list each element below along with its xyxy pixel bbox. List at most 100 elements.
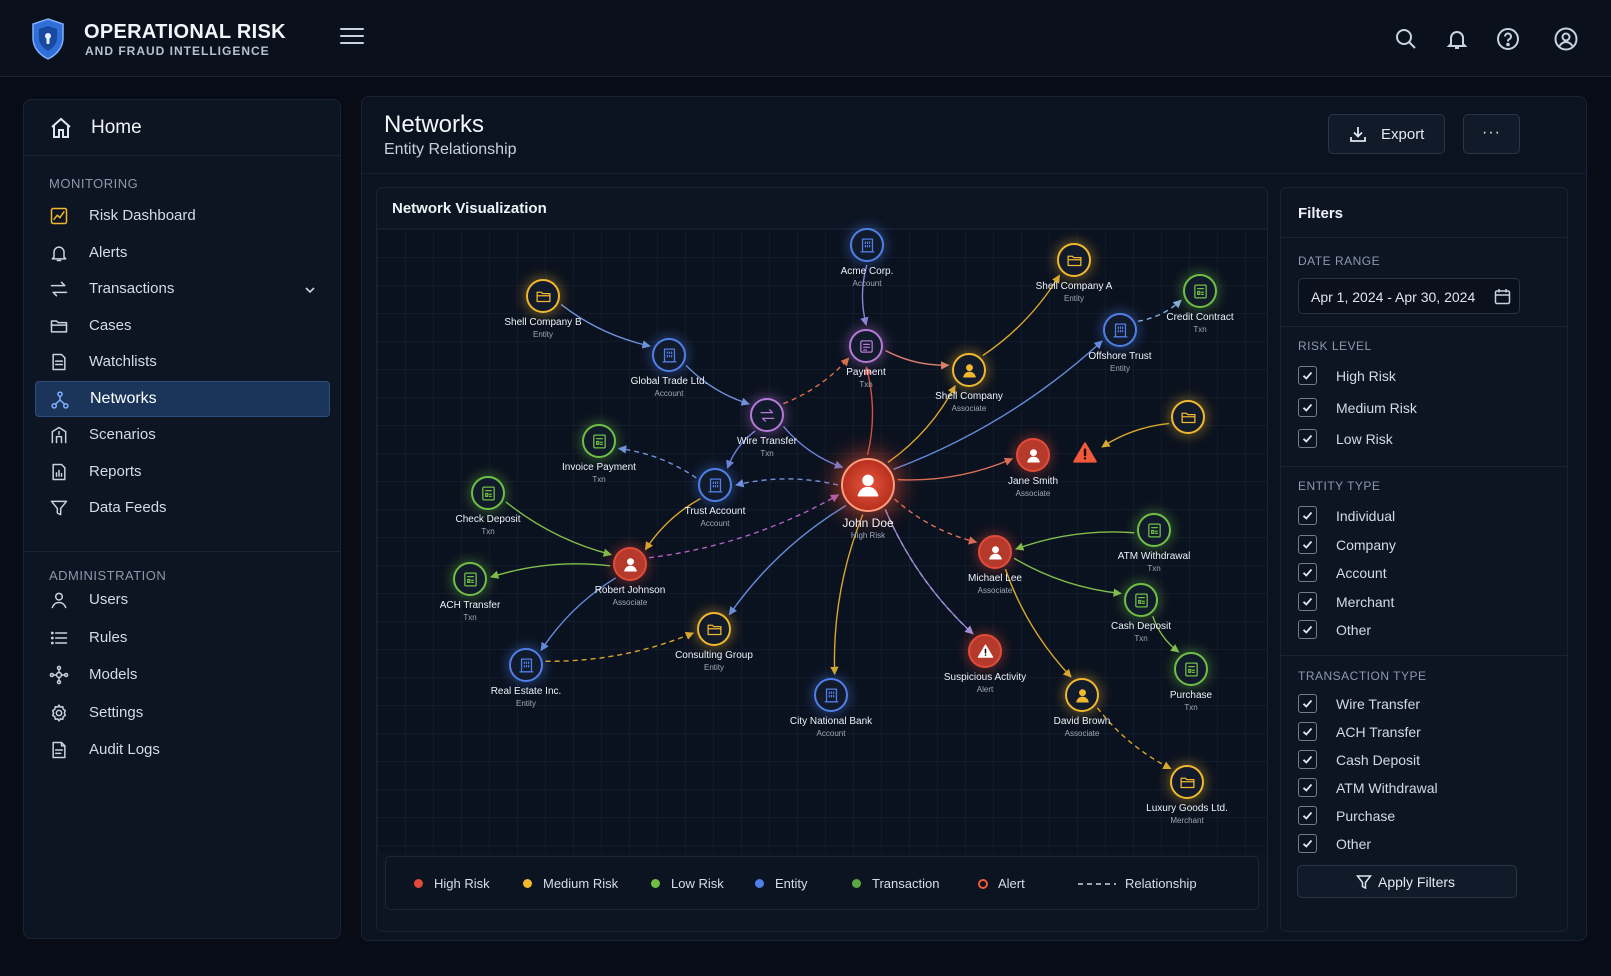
transaction-type-checkbox-other[interactable]: Other xyxy=(1298,834,1528,854)
sidebar-item-scenarios[interactable]: Scenarios xyxy=(35,417,330,453)
checkbox-label: Wire Transfer xyxy=(1336,696,1421,712)
sidebar-item-models[interactable]: Models xyxy=(35,657,330,693)
network-node-david[interactable] xyxy=(1065,678,1099,712)
network-node-shellB[interactable] xyxy=(526,279,560,313)
more-options-button[interactable]: ··· xyxy=(1463,114,1520,154)
entity-type-checkbox-company[interactable]: Company xyxy=(1298,534,1528,555)
network-node-realestate[interactable] xyxy=(509,648,543,682)
network-node-cash[interactable] xyxy=(1124,583,1158,617)
network-node-check[interactable] xyxy=(471,476,505,510)
checkbox-box[interactable] xyxy=(1298,506,1317,525)
funnel-icon xyxy=(49,498,69,518)
legend-label: Relationship xyxy=(1125,876,1197,891)
checkbox-box[interactable] xyxy=(1298,694,1317,713)
network-node-shellCo[interactable] xyxy=(952,353,986,387)
network-node-ach[interactable] xyxy=(453,562,487,596)
sidebar-item-risk-dashboard[interactable]: Risk Dashboard xyxy=(35,198,330,234)
network-node-global[interactable] xyxy=(652,338,686,372)
checkbox-box[interactable] xyxy=(1298,397,1317,417)
risk-level-checkbox-low-risk[interactable]: Low Risk xyxy=(1298,429,1528,449)
network-node-shellA[interactable] xyxy=(1057,243,1091,277)
help-icon[interactable] xyxy=(1496,27,1520,51)
transaction-type-checkbox-atm-withdrawal[interactable]: ATM Withdrawal xyxy=(1298,778,1528,798)
checkbox-label: ACH Transfer xyxy=(1336,724,1421,740)
search-icon[interactable] xyxy=(1394,27,1418,51)
sidebar-item-alerts[interactable]: Alerts xyxy=(35,235,330,271)
network-node-luxury[interactable] xyxy=(1170,765,1204,799)
transaction-type-checkbox-cash-deposit[interactable]: Cash Deposit xyxy=(1298,750,1528,770)
network-node-john[interactable] xyxy=(841,458,895,512)
transaction-type-checkbox-purchase[interactable]: Purchase xyxy=(1298,806,1528,826)
entity-type-checkbox-account[interactable]: Account xyxy=(1298,563,1528,583)
user-icon[interactable] xyxy=(1554,27,1578,51)
app-subtitle: AND FRAUD INTELLIGENCE xyxy=(85,44,270,58)
building-icon xyxy=(518,657,535,674)
graph-legend: High Risk Medium Risk Low Risk Entity Transa… xyxy=(385,856,1259,910)
sidebar-item-watchlists[interactable]: Watchlists xyxy=(35,344,330,380)
network-node-jane[interactable] xyxy=(1016,438,1050,472)
list-icon xyxy=(49,628,69,648)
sidebar-item-transactions[interactable]: Transactions xyxy=(35,271,330,307)
checkbox-box[interactable] xyxy=(1298,563,1317,582)
network-node-credit[interactable] xyxy=(1183,274,1217,308)
network-node-atm[interactable] xyxy=(1137,513,1171,547)
node-label: Trust Account xyxy=(684,506,746,517)
checkbox-label: Account xyxy=(1336,565,1387,581)
entity-type-checkbox-other[interactable]: Other xyxy=(1298,620,1528,640)
network-node-payment[interactable] xyxy=(849,329,883,363)
sidebar-item-settings[interactable]: Settings xyxy=(35,695,330,731)
risk-level-checkbox-medium-risk[interactable]: Medium Risk xyxy=(1298,397,1528,418)
viz-title: Network Visualization xyxy=(392,200,547,217)
checkbox-box[interactable] xyxy=(1298,429,1317,448)
network-node-acme[interactable] xyxy=(850,228,884,262)
sidebar-item-data-feeds[interactable]: Data Feeds xyxy=(35,490,330,526)
network-node-purchase[interactable] xyxy=(1174,652,1208,686)
checkbox-box[interactable] xyxy=(1298,591,1317,611)
sidebar-item-users[interactable]: Users xyxy=(35,582,330,618)
checkbox-box[interactable] xyxy=(1298,750,1317,769)
export-button-label: Export xyxy=(1381,126,1425,143)
network-node-michael[interactable] xyxy=(978,535,1012,569)
network-node-suspicious[interactable] xyxy=(968,634,1002,668)
sidebar-item-label: Watchlists xyxy=(89,353,157,370)
entity-type-checkbox-individual[interactable]: Individual xyxy=(1298,506,1528,526)
network-node-trust[interactable] xyxy=(698,468,732,502)
node-label: Global Trade Ltd. xyxy=(630,376,708,387)
network-node-folderR[interactable] xyxy=(1171,400,1205,434)
network-node-offshore[interactable] xyxy=(1103,313,1137,347)
checkbox-box[interactable] xyxy=(1298,366,1317,385)
sidebar-item-audit-logs[interactable]: Audit Logs xyxy=(35,732,330,768)
network-node-wire[interactable] xyxy=(750,398,784,432)
checkbox-box[interactable] xyxy=(1298,834,1317,853)
entity-type-checkbox-merchant[interactable]: Merchant xyxy=(1298,591,1528,612)
date-range-field[interactable]: Apr 1, 2024 - Apr 30, 2024 xyxy=(1298,278,1520,314)
network-node-alertA[interactable] xyxy=(1071,439,1099,467)
sidebar-item-rules[interactable]: Rules xyxy=(35,620,330,656)
sidebar-item-reports[interactable]: Reports xyxy=(35,454,330,490)
sidebar: Home MONITORING Risk Dashboard Alerts Tran… xyxy=(23,99,341,939)
hamburger-menu-icon[interactable] xyxy=(340,28,364,50)
sidebar-item-home[interactable]: Home xyxy=(24,100,340,156)
apply-filters-button[interactable]: Apply Filters xyxy=(1297,865,1517,898)
network-node-consulting[interactable] xyxy=(697,612,731,646)
checkbox-box[interactable] xyxy=(1298,534,1317,554)
network-node-invoice[interactable] xyxy=(582,424,616,458)
checkbox-box[interactable] xyxy=(1298,620,1317,639)
risk-level-checkbox-high-risk[interactable]: High Risk xyxy=(1298,366,1528,386)
sidebar-item-networks[interactable]: Networks xyxy=(35,380,330,417)
network-node-robert[interactable] xyxy=(613,547,647,581)
checkbox-box[interactable] xyxy=(1298,722,1317,741)
sidebar-item-cases[interactable]: Cases xyxy=(35,308,330,344)
node-label: ACH Transfer xyxy=(439,600,501,611)
checkbox-box[interactable] xyxy=(1298,778,1317,797)
chevron-down-icon[interactable] xyxy=(304,283,316,295)
transaction-type-checkbox-wire-transfer[interactable]: Wire Transfer xyxy=(1298,694,1528,714)
administration-section-title: ADMINISTRATION xyxy=(49,568,167,583)
risk-level-title: RISK LEVEL xyxy=(1298,339,1372,353)
checkbox-box[interactable] xyxy=(1298,806,1317,825)
network-node-citybank[interactable] xyxy=(814,678,848,712)
bell-icon[interactable] xyxy=(1445,27,1469,51)
export-button[interactable]: Export xyxy=(1328,114,1445,154)
network-graph-canvas[interactable]: John Doe High Risk Acme Corp. Account Paymen… xyxy=(377,228,1267,853)
transaction-type-checkbox-ach-transfer[interactable]: ACH Transfer xyxy=(1298,722,1528,742)
